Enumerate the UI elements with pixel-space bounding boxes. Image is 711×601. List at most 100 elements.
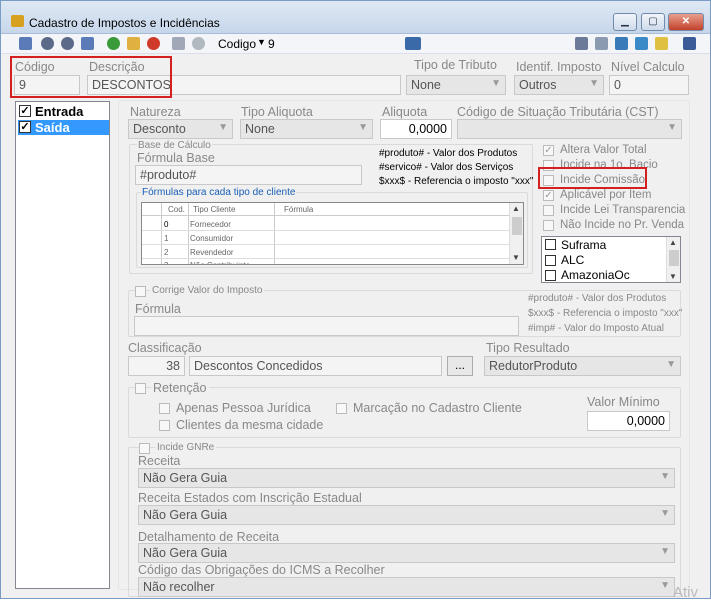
formula-base-field[interactable]: #produto# [135,165,362,185]
search-value[interactable]: 9 [268,37,275,51]
chevron-down-icon: ▼ [660,471,670,482]
nivel-calculo-label: Nível Calculo [611,60,685,74]
corrige-checkbox[interactable] [135,286,146,297]
list-item-saida[interactable]: ✓ Saída [18,120,109,135]
chevron-down-icon: ▼ [666,359,676,370]
regions-scrollbar[interactable]: ▲ ▼ [666,237,680,282]
tipo-resultado-select[interactable]: RedutorProduto ▼ [484,356,681,376]
table-cell[interactable]: 1 [164,234,168,243]
incide-lei-transparencia-checkbox[interactable] [543,205,554,216]
minimize-button[interactable]: ▁ [613,13,637,31]
close-button[interactable]: ✕ [668,13,704,31]
grid-divider [161,203,162,264]
table-cell[interactable]: Não Contribuinte [190,261,250,264]
nivel-calculo-field[interactable]: 0 [609,75,689,95]
next-record-icon[interactable] [61,37,74,50]
refresh-icon[interactable] [635,37,648,50]
valor-minimo-label: Valor Mínimo [587,395,660,409]
altera-valor-total-checkbox[interactable]: ✓ [543,145,554,156]
mesma-cidade-checkbox[interactable] [159,420,170,431]
aplicavel-por-item-checkbox[interactable]: ✓ [543,190,554,201]
scroll-thumb[interactable] [512,217,522,235]
receita-label: Receita [138,454,181,468]
table-cell[interactable]: Revendedor [190,248,234,257]
receita-select[interactable]: Não Gera Guia ▼ [138,468,675,488]
chevron-down-icon: ▼ [491,78,501,89]
amazoniaoc-checkbox[interactable] [545,270,556,281]
retencao-checkbox[interactable] [135,383,146,394]
chevron-down-icon: ▼ [218,122,228,133]
screen-icon[interactable] [405,37,421,50]
scroll-up-icon[interactable]: ▲ [512,204,520,213]
search-field-label[interactable]: Codigo [218,37,256,51]
classificacao-code-field[interactable]: 38 [128,356,185,376]
maximize-button[interactable]: ▢ [641,13,665,31]
grid-scrollbar[interactable]: ▲ ▼ [509,203,523,264]
settings-icon[interactable] [595,37,608,50]
pessoa-juridica-checkbox[interactable] [159,403,170,414]
scroll-down-icon[interactable]: ▼ [512,253,520,262]
table-cell[interactable]: 2 [164,248,168,257]
formula-label: Fórmula [135,302,181,316]
last-record-icon[interactable] [81,37,94,50]
table-cell[interactable]: Fornecedor [190,220,231,229]
alc-checkbox[interactable] [545,255,556,266]
table-cell[interactable]: Consumidor [190,234,233,243]
add-icon[interactable] [107,37,120,50]
formulas-grid[interactable]: Cod. Tipo Cliente Fórmula 0 Fornecedor 1… [141,202,524,265]
export-icon[interactable] [615,37,628,50]
edit-icon[interactable] [127,37,140,50]
aplicavel-por-item-label: Aplicável por Item [560,189,652,201]
natureza-select[interactable]: Desconto ▼ [128,119,233,139]
list-item[interactable]: ALC [561,253,584,267]
chevron-down-icon[interactable]: ▼ [257,37,266,47]
classificacao-description-field[interactable]: Descontos Concedidos [189,356,442,376]
scroll-down-icon[interactable]: ▼ [669,272,677,281]
menu-icon[interactable] [683,37,696,50]
list-item[interactable]: Suframa [561,238,606,252]
formula-field[interactable] [134,316,519,336]
hint-referencia: $xxx$ - Referencia o imposto "xxx" [379,176,534,187]
cst-select[interactable]: ▼ [457,119,682,139]
delete-icon[interactable] [147,37,160,50]
obrigacoes-select[interactable]: Não recolher ▼ [138,577,675,597]
highlight-box [538,167,647,189]
aliquota-field[interactable]: 0,0000 [380,119,452,139]
undo-icon[interactable] [192,37,205,50]
save-icon[interactable] [172,37,185,50]
hint-referencia: $xxx$ - Referencia o imposto "xxx" [528,308,683,319]
table-cell[interactable]: 3 [164,261,168,264]
regions-list[interactable]: Suframa ALC AmazoniaOc ▲ ▼ [541,236,681,283]
toolbar: Codigo ▼ 9 [1,34,710,54]
ident-imposto-select[interactable]: Outros ▼ [514,75,604,95]
previous-record-icon[interactable] [41,37,54,50]
classificacao-lookup-button[interactable]: ... [447,356,473,376]
cst-label: Código de Situação Tributária (CST) [457,105,659,119]
receita-ie-select[interactable]: Não Gera Guia ▼ [138,505,675,525]
checkbox-checked-icon[interactable]: ✓ [19,121,31,133]
list-item[interactable]: AmazoniaOc [561,268,630,282]
tipo-aliquota-select[interactable]: None ▼ [240,119,373,139]
window-title: Cadastro de Impostos e Incidências [29,16,220,30]
detalhamento-select[interactable]: Não Gera Guia ▼ [138,543,675,563]
operation-list[interactable]: ✓ Entrada ✓ Saída [15,101,110,589]
app-icon [11,15,24,27]
pessoa-juridica-label: Apenas Pessoa Jurídica [176,401,311,415]
suframa-checkbox[interactable] [545,239,556,250]
aliquota-label: Aliquota [382,105,428,119]
checkbox-checked-icon[interactable]: ✓ [19,105,31,117]
scroll-thumb[interactable] [669,250,679,266]
table-cell[interactable]: 0 [164,220,168,229]
scroll-up-icon[interactable]: ▲ [669,238,677,247]
help-icon[interactable] [655,37,668,50]
title-bar: Cadastro de Impostos e Incidências ▁ ▢ ✕ [1,1,710,34]
nao-incide-pr-venda-checkbox[interactable] [543,220,554,231]
list-item-entrada[interactable]: ✓ Entrada [18,104,107,119]
incide-gnre-checkbox[interactable] [139,443,150,454]
tipo-aliquota-label: Tipo Aliquota [241,105,313,119]
print-icon[interactable] [575,37,588,50]
tipo-tributo-select[interactable]: None ▼ [406,75,506,95]
first-record-icon[interactable] [19,37,32,50]
valor-minimo-field[interactable]: 0,0000 [587,411,670,431]
marcacao-cliente-checkbox[interactable] [336,403,347,414]
